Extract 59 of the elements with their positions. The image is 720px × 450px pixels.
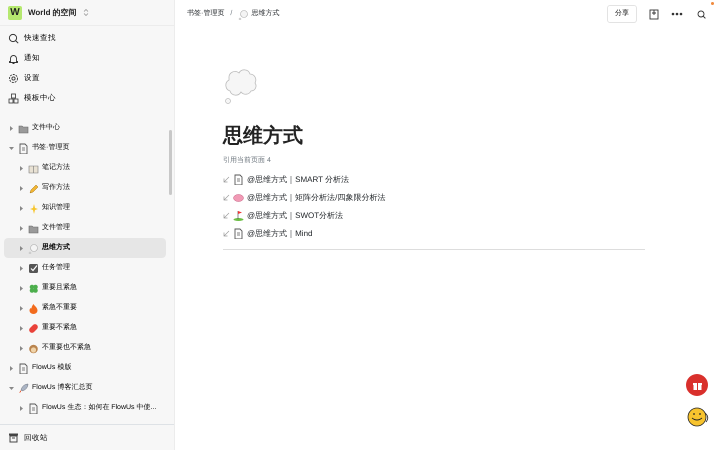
expand-caret-icon	[18, 224, 25, 232]
backlink-arrow-icon	[223, 230, 230, 237]
notification-dot	[711, 2, 714, 4]
document-icon	[233, 174, 244, 185]
folder-icon	[18, 122, 29, 134]
settings-icon	[8, 72, 19, 84]
thought-bubble-icon	[238, 8, 250, 20]
expand-caret-icon	[8, 364, 15, 372]
bell-icon	[8, 52, 19, 64]
document-icon	[18, 362, 29, 374]
backlink[interactable]: @思维方式｜Mind	[247, 228, 312, 240]
backlink[interactable]: @思维方式｜SWOT分析法	[247, 210, 344, 222]
thought-bubble-icon	[223, 68, 259, 106]
golf-flag-icon	[233, 210, 244, 221]
search-icon	[8, 32, 19, 44]
search-icon	[697, 10, 706, 18]
expand-caret-icon	[8, 124, 15, 132]
expand-caret-icon	[18, 324, 25, 332]
more-icon	[671, 12, 683, 16]
blocks-icon	[8, 92, 19, 104]
document-icon	[28, 402, 39, 414]
backlink[interactable]: @思维方式｜SMART 分析法	[247, 174, 350, 186]
collapse-caret-icon	[8, 384, 15, 392]
clover-icon	[28, 282, 39, 294]
expand-caret-icon	[18, 284, 25, 292]
document-icon	[18, 142, 29, 154]
expand-caret-icon	[18, 164, 25, 172]
pill-icon	[28, 322, 39, 334]
pencil-icon	[28, 182, 39, 194]
smiley-mascot-icon	[685, 405, 711, 429]
thought-bubble-icon	[28, 242, 39, 254]
folder-icon	[28, 222, 39, 234]
workspace-name[interactable]: World 的空间	[28, 6, 77, 18]
expand-caret-icon	[18, 264, 25, 272]
backlink-arrow-icon	[223, 176, 230, 183]
expand-caret-icon	[18, 304, 25, 312]
checkbox-icon	[28, 262, 39, 274]
collapse-caret-icon	[8, 144, 15, 152]
workspace-logo: W	[8, 6, 22, 20]
assistant-button[interactable]	[685, 405, 711, 429]
scrollbar-thumb	[169, 130, 172, 195]
document-icon	[233, 228, 244, 239]
page-title: 思维方式	[223, 124, 304, 148]
expand-caret-icon	[18, 404, 25, 412]
expand-caret-icon	[18, 184, 25, 192]
expand-caret-icon	[18, 244, 25, 252]
sparkle-icon	[28, 202, 39, 214]
backlink[interactable]: @思维方式｜矩阵分析法/四象限分析法	[247, 192, 386, 204]
gift-button[interactable]	[686, 374, 708, 396]
switch-icon	[82, 8, 89, 17]
backlink-arrow-icon	[223, 212, 230, 219]
book-icon	[28, 162, 39, 174]
flame-icon	[28, 302, 39, 314]
bookmark-button[interactable]	[647, 6, 661, 22]
backlink-arrow-icon	[223, 194, 230, 201]
expand-caret-icon	[18, 204, 25, 212]
expand-caret-icon	[18, 344, 25, 352]
more-button[interactable]	[669, 10, 685, 18]
trash-icon	[8, 432, 19, 443]
